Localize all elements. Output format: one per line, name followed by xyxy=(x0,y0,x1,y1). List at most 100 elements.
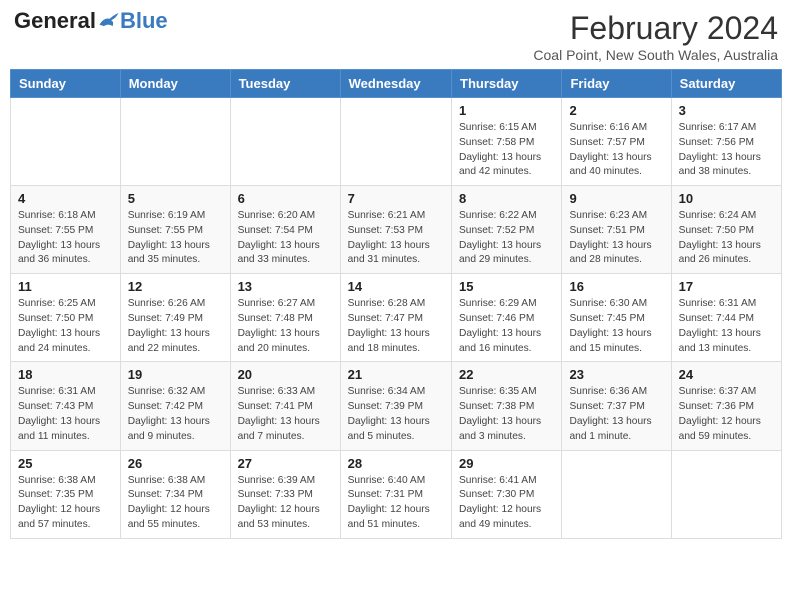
main-title: February 2024 xyxy=(533,10,778,47)
day-number: 23 xyxy=(569,367,663,382)
day-info: Sunrise: 6:40 AM Sunset: 7:31 PM Dayligh… xyxy=(348,474,444,533)
day-info: Sunrise: 6:24 AM Sunset: 7:50 PM Dayligh… xyxy=(679,209,774,268)
weekday-header-wednesday: Wednesday xyxy=(340,70,451,98)
calendar-cell: 16 Sunrise: 6:30 AM Sunset: 7:45 PM Dayli… xyxy=(562,274,671,362)
calendar-cell: 10 Sunrise: 6:24 AM Sunset: 7:50 PM Dayli… xyxy=(671,186,781,274)
day-info: Sunrise: 6:38 AM Sunset: 7:34 PM Dayligh… xyxy=(128,474,223,533)
weekday-header-saturday: Saturday xyxy=(671,70,781,98)
day-number: 26 xyxy=(128,456,223,471)
day-number: 7 xyxy=(348,191,444,206)
calendar-cell: 20 Sunrise: 6:33 AM Sunset: 7:41 PM Dayli… xyxy=(230,362,340,450)
title-section: February 2024 Coal Point, New South Wale… xyxy=(533,10,778,63)
day-number: 21 xyxy=(348,367,444,382)
day-number: 13 xyxy=(238,279,333,294)
weekday-header-thursday: Thursday xyxy=(452,70,562,98)
day-info: Sunrise: 6:31 AM Sunset: 7:43 PM Dayligh… xyxy=(18,385,113,444)
day-info: Sunrise: 6:19 AM Sunset: 7:55 PM Dayligh… xyxy=(128,209,223,268)
day-number: 29 xyxy=(459,456,554,471)
subtitle: Coal Point, New South Wales, Australia xyxy=(533,47,778,63)
calendar-cell: 27 Sunrise: 6:39 AM Sunset: 7:33 PM Dayli… xyxy=(230,450,340,538)
day-info: Sunrise: 6:28 AM Sunset: 7:47 PM Dayligh… xyxy=(348,297,444,356)
day-info: Sunrise: 6:32 AM Sunset: 7:42 PM Dayligh… xyxy=(128,385,223,444)
calendar-cell xyxy=(562,450,671,538)
day-number: 9 xyxy=(569,191,663,206)
day-number: 27 xyxy=(238,456,333,471)
day-info: Sunrise: 6:37 AM Sunset: 7:36 PM Dayligh… xyxy=(679,385,774,444)
calendar-header-row: SundayMondayTuesdayWednesdayThursdayFrid… xyxy=(11,70,782,98)
day-number: 11 xyxy=(18,279,113,294)
day-info: Sunrise: 6:36 AM Sunset: 7:37 PM Dayligh… xyxy=(569,385,663,444)
calendar-cell: 24 Sunrise: 6:37 AM Sunset: 7:36 PM Dayli… xyxy=(671,362,781,450)
calendar-cell: 28 Sunrise: 6:40 AM Sunset: 7:31 PM Dayli… xyxy=(340,450,451,538)
day-info: Sunrise: 6:35 AM Sunset: 7:38 PM Dayligh… xyxy=(459,385,554,444)
weekday-header-tuesday: Tuesday xyxy=(230,70,340,98)
calendar-cell: 18 Sunrise: 6:31 AM Sunset: 7:43 PM Dayli… xyxy=(11,362,121,450)
calendar-cell: 25 Sunrise: 6:38 AM Sunset: 7:35 PM Dayli… xyxy=(11,450,121,538)
day-number: 16 xyxy=(569,279,663,294)
calendar-cell: 1Sunrise: 6:15 AM Sunset: 7:58 PM Daylig… xyxy=(452,98,562,186)
calendar-cell: 3 Sunrise: 6:17 AM Sunset: 7:56 PM Daylig… xyxy=(671,98,781,186)
day-info: Sunrise: 6:20 AM Sunset: 7:54 PM Dayligh… xyxy=(238,209,333,268)
calendar-cell: 23 Sunrise: 6:36 AM Sunset: 7:37 PM Dayli… xyxy=(562,362,671,450)
day-number: 5 xyxy=(128,191,223,206)
calendar-cell: 12 Sunrise: 6:26 AM Sunset: 7:49 PM Dayli… xyxy=(120,274,230,362)
calendar-week-row: 18 Sunrise: 6:31 AM Sunset: 7:43 PM Dayli… xyxy=(11,362,782,450)
day-info: Sunrise: 6:23 AM Sunset: 7:51 PM Dayligh… xyxy=(569,209,663,268)
calendar-cell: 9 Sunrise: 6:23 AM Sunset: 7:51 PM Daylig… xyxy=(562,186,671,274)
calendar-cell: 11 Sunrise: 6:25 AM Sunset: 7:50 PM Dayli… xyxy=(11,274,121,362)
calendar-cell: 2 Sunrise: 6:16 AM Sunset: 7:57 PM Daylig… xyxy=(562,98,671,186)
day-info: Sunrise: 6:21 AM Sunset: 7:53 PM Dayligh… xyxy=(348,209,444,268)
day-info: Sunrise: 6:41 AM Sunset: 7:30 PM Dayligh… xyxy=(459,474,554,533)
calendar-cell xyxy=(11,98,121,186)
day-number: 1 xyxy=(459,103,554,118)
day-number: 20 xyxy=(238,367,333,382)
day-number: 19 xyxy=(128,367,223,382)
day-info: Sunrise: 6:33 AM Sunset: 7:41 PM Dayligh… xyxy=(238,385,333,444)
day-number: 12 xyxy=(128,279,223,294)
calendar-cell: 14 Sunrise: 6:28 AM Sunset: 7:47 PM Dayli… xyxy=(340,274,451,362)
day-info: Sunrise: 6:38 AM Sunset: 7:35 PM Dayligh… xyxy=(18,474,113,533)
weekday-header-sunday: Sunday xyxy=(11,70,121,98)
day-number: 14 xyxy=(348,279,444,294)
calendar-cell: 6Sunrise: 6:20 AM Sunset: 7:54 PM Daylig… xyxy=(230,186,340,274)
day-number: 24 xyxy=(679,367,774,382)
day-info: Sunrise: 6:29 AM Sunset: 7:46 PM Dayligh… xyxy=(459,297,554,356)
page-header: General Blue February 2024 Coal Point, N… xyxy=(10,10,782,63)
calendar-cell: 19 Sunrise: 6:32 AM Sunset: 7:42 PM Dayli… xyxy=(120,362,230,450)
calendar-table: SundayMondayTuesdayWednesdayThursdayFrid… xyxy=(10,69,782,539)
day-number: 17 xyxy=(679,279,774,294)
calendar-week-row: 1Sunrise: 6:15 AM Sunset: 7:58 PM Daylig… xyxy=(11,98,782,186)
day-number: 2 xyxy=(569,103,663,118)
day-info: Sunrise: 6:22 AM Sunset: 7:52 PM Dayligh… xyxy=(459,209,554,268)
day-info: Sunrise: 6:30 AM Sunset: 7:45 PM Dayligh… xyxy=(569,297,663,356)
day-info: Sunrise: 6:34 AM Sunset: 7:39 PM Dayligh… xyxy=(348,385,444,444)
logo-blue-text: Blue xyxy=(120,10,168,32)
logo-bird-icon xyxy=(98,11,120,31)
day-number: 18 xyxy=(18,367,113,382)
day-number: 10 xyxy=(679,191,774,206)
day-info: Sunrise: 6:16 AM Sunset: 7:57 PM Dayligh… xyxy=(569,121,663,180)
day-number: 28 xyxy=(348,456,444,471)
day-info: Sunrise: 6:17 AM Sunset: 7:56 PM Dayligh… xyxy=(679,121,774,180)
weekday-header-monday: Monday xyxy=(120,70,230,98)
calendar-cell xyxy=(230,98,340,186)
day-number: 3 xyxy=(679,103,774,118)
calendar-cell: 15Sunrise: 6:29 AM Sunset: 7:46 PM Dayli… xyxy=(452,274,562,362)
day-info: Sunrise: 6:18 AM Sunset: 7:55 PM Dayligh… xyxy=(18,209,113,268)
calendar-cell: 17Sunrise: 6:31 AM Sunset: 7:44 PM Dayli… xyxy=(671,274,781,362)
calendar-cell: 4 Sunrise: 6:18 AM Sunset: 7:55 PM Daylig… xyxy=(11,186,121,274)
calendar-week-row: 11 Sunrise: 6:25 AM Sunset: 7:50 PM Dayli… xyxy=(11,274,782,362)
day-number: 22 xyxy=(459,367,554,382)
logo-general-text: General xyxy=(14,10,96,32)
calendar-cell: 5 Sunrise: 6:19 AM Sunset: 7:55 PM Daylig… xyxy=(120,186,230,274)
calendar-cell: 26 Sunrise: 6:38 AM Sunset: 7:34 PM Dayli… xyxy=(120,450,230,538)
logo: General Blue xyxy=(14,10,168,32)
day-info: Sunrise: 6:25 AM Sunset: 7:50 PM Dayligh… xyxy=(18,297,113,356)
day-info: Sunrise: 6:26 AM Sunset: 7:49 PM Dayligh… xyxy=(128,297,223,356)
day-info: Sunrise: 6:27 AM Sunset: 7:48 PM Dayligh… xyxy=(238,297,333,356)
calendar-cell xyxy=(340,98,451,186)
day-info: Sunrise: 6:39 AM Sunset: 7:33 PM Dayligh… xyxy=(238,474,333,533)
day-number: 4 xyxy=(18,191,113,206)
calendar-cell: 22 Sunrise: 6:35 AM Sunset: 7:38 PM Dayli… xyxy=(452,362,562,450)
day-number: 25 xyxy=(18,456,113,471)
